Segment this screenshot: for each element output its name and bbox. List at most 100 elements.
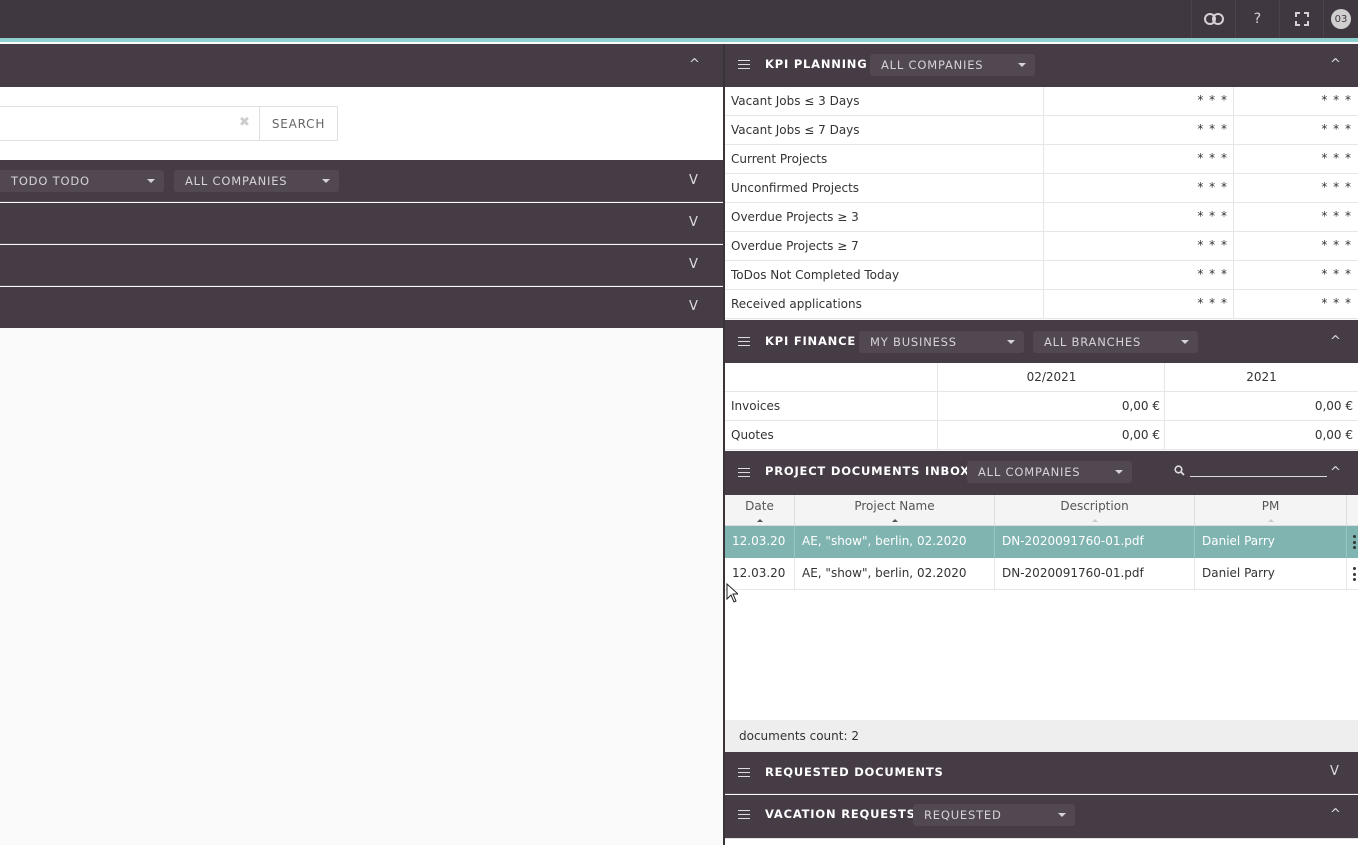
column-label: Description xyxy=(1060,499,1129,513)
left-panel-4-header[interactable]: V xyxy=(0,287,724,328)
finance-label: Quotes xyxy=(731,428,774,442)
vacation-status-dropdown[interactable]: REQUESTED xyxy=(913,804,1075,826)
menu-icon[interactable] xyxy=(738,337,750,346)
left-panel-2-header[interactable]: V xyxy=(0,203,724,244)
clear-icon[interactable]: ✖ xyxy=(239,115,250,130)
expand-chevron-icon[interactable]: V xyxy=(689,258,698,271)
docs-search-input[interactable] xyxy=(1190,476,1327,477)
vacation-requests-header[interactable]: VACATION REQUESTS REQUESTED ^ xyxy=(725,795,1358,838)
company-filter-dropdown[interactable]: ALL COMPANIES xyxy=(174,170,339,192)
requested-docs-header[interactable]: REQUESTED DOCUMENTS V xyxy=(725,752,1358,794)
kpi-cell: * * * xyxy=(1233,261,1358,289)
more-options-icon[interactable] xyxy=(1353,535,1356,549)
todo-filter-dropdown[interactable]: TODO TODO xyxy=(0,170,164,192)
kpi-cell: * * * xyxy=(1233,87,1358,115)
kpi-label: Current Projects xyxy=(731,152,828,166)
kpi-value: * * * xyxy=(1197,93,1228,107)
more-options-icon[interactable] xyxy=(1353,567,1356,581)
finance-col2-label: 2021 xyxy=(1246,370,1277,384)
docs-inbox-title: PROJECT DOCUMENTS INBOX xyxy=(765,464,970,478)
cell-description: DN-2020091760-01.pdf xyxy=(995,526,1195,558)
finance-cell: 0,00 € xyxy=(937,421,1165,449)
finance-col-header: 2021 xyxy=(1164,363,1358,391)
collapse-chevron-icon[interactable]: ^ xyxy=(1330,335,1341,348)
help-glyph: ? xyxy=(1253,11,1262,27)
search-input[interactable]: ✖ xyxy=(0,106,260,141)
kpi-planning-header[interactable]: KPI PLANNING ALL COMPANIES ^ xyxy=(725,44,1358,87)
left-panel-3-header[interactable]: V xyxy=(0,245,724,286)
kpi-value: * * * xyxy=(1321,267,1352,281)
kpi-value: * * * xyxy=(1321,296,1352,310)
kpi-label: Overdue Projects ≥ 7 xyxy=(731,239,859,253)
menu-icon[interactable] xyxy=(738,60,750,69)
left-panel-header[interactable]: ^ xyxy=(0,44,724,87)
kpi-planning-row: Unconfirmed Projects * * * * * * xyxy=(725,174,1358,203)
todo-filter-label: TODO TODO xyxy=(11,174,90,188)
column-label: Date xyxy=(745,499,774,513)
kpi-finance-business-dropdown[interactable]: MY BUSINESS xyxy=(859,331,1024,353)
kpi-cell: * * * xyxy=(1233,232,1358,260)
column-header-project[interactable]: Project Name xyxy=(795,495,995,525)
docs-inbox-company-dropdown[interactable]: ALL COMPANIES xyxy=(967,461,1132,483)
chevron-down-icon xyxy=(1115,470,1123,474)
menu-icon[interactable] xyxy=(738,768,750,777)
kpi-finance-header[interactable]: KPI FINANCE MY BUSINESS ALL BRANCHES ^ xyxy=(725,320,1358,363)
kpi-value: * * * xyxy=(1197,122,1228,136)
finance-label: Invoices xyxy=(731,399,781,413)
finance-col1-label: 02/2021 xyxy=(1026,370,1077,384)
finance-row: Quotes 0,00 € 0,00 € xyxy=(725,421,1358,450)
expand-chevron-icon[interactable]: V xyxy=(1330,765,1339,778)
kpi-cell: * * * xyxy=(1043,87,1234,115)
docs-table-header: Date Project Name Description PM xyxy=(725,495,1358,526)
column-header-description[interactable]: Description xyxy=(995,495,1195,525)
menu-icon[interactable] xyxy=(738,810,750,819)
docs-table-empty-area xyxy=(725,590,1358,720)
kpi-planning-row: Received applications * * * * * * xyxy=(725,290,1358,319)
table-row[interactable]: 12.03.20 AE, "show", berlin, 02.2020 DN-20… xyxy=(725,526,1358,558)
kpi-planning-company-dropdown[interactable]: ALL COMPANIES xyxy=(870,54,1035,76)
cell-pm: Daniel Parry xyxy=(1195,526,1347,558)
menu-icon[interactable] xyxy=(738,468,750,477)
avatar-button[interactable]: 03 xyxy=(1323,0,1358,38)
top-bar: ? 03 xyxy=(0,0,1358,38)
kpi-planning-row: Vacant Jobs ≤ 3 Days * * * * * * xyxy=(725,87,1358,116)
collapse-chevron-icon[interactable]: ^ xyxy=(1330,466,1341,479)
finance-cell: 0,00 € xyxy=(1164,421,1358,449)
table-row[interactable]: 12.03.20 AE, "show", berlin, 02.2020 DN-20… xyxy=(725,558,1358,590)
chevron-down-icon xyxy=(1007,340,1015,344)
collapse-chevron-icon[interactable]: ^ xyxy=(1330,58,1341,71)
search-button[interactable]: SEARCH xyxy=(259,106,338,141)
expand-chevron-icon[interactable]: V xyxy=(689,300,698,313)
kpi-finance-branch-dropdown[interactable]: ALL BRANCHES xyxy=(1033,331,1198,353)
vacation-table-top xyxy=(725,838,1358,845)
kpi-cell: * * * xyxy=(1043,232,1234,260)
todo-panel-header[interactable]: TODO TODO ALL COMPANIES V xyxy=(0,160,724,202)
cell-project: AE, "show", berlin, 02.2020 xyxy=(795,558,995,590)
dropdown-label: REQUESTED xyxy=(924,808,1002,822)
cell-date: 12.03.20 xyxy=(725,526,795,558)
dropdown-label: ALL COMPANIES xyxy=(881,58,984,72)
dropdown-label: ALL COMPANIES xyxy=(978,465,1081,479)
finance-value: 0,00 € xyxy=(1121,428,1160,442)
expand-chevron-icon[interactable]: V xyxy=(689,174,698,187)
kpi-value: * * * xyxy=(1197,180,1228,194)
column-header-date[interactable]: Date xyxy=(725,495,795,525)
docs-inbox-header[interactable]: PROJECT DOCUMENTS INBOX ALL COMPANIES ^ xyxy=(725,451,1358,495)
kpi-value: * * * xyxy=(1197,296,1228,310)
kpi-planning-row: Overdue Projects ≥ 3 * * * * * * xyxy=(725,203,1358,232)
finance-value: 0,00 € xyxy=(1314,428,1353,442)
vacation-requests-title: VACATION REQUESTS xyxy=(765,807,916,821)
collapse-chevron-icon[interactable]: ^ xyxy=(1330,808,1341,821)
kpi-value: * * * xyxy=(1321,122,1352,136)
column-header-pm[interactable]: PM xyxy=(1195,495,1347,525)
kpi-value: * * * xyxy=(1321,180,1352,194)
collapse-chevron-icon[interactable]: ^ xyxy=(689,58,700,71)
kpi-cell: * * * xyxy=(1043,145,1234,173)
cell-pm: Daniel Parry xyxy=(1195,558,1347,590)
expand-chevron-icon[interactable]: V xyxy=(689,216,698,229)
chevron-down-icon xyxy=(1058,813,1066,817)
help-icon[interactable]: ? xyxy=(1235,0,1279,38)
fullscreen-icon[interactable] xyxy=(1279,0,1323,38)
kpi-cell: * * * xyxy=(1043,174,1234,202)
link-icon[interactable] xyxy=(1191,0,1235,38)
